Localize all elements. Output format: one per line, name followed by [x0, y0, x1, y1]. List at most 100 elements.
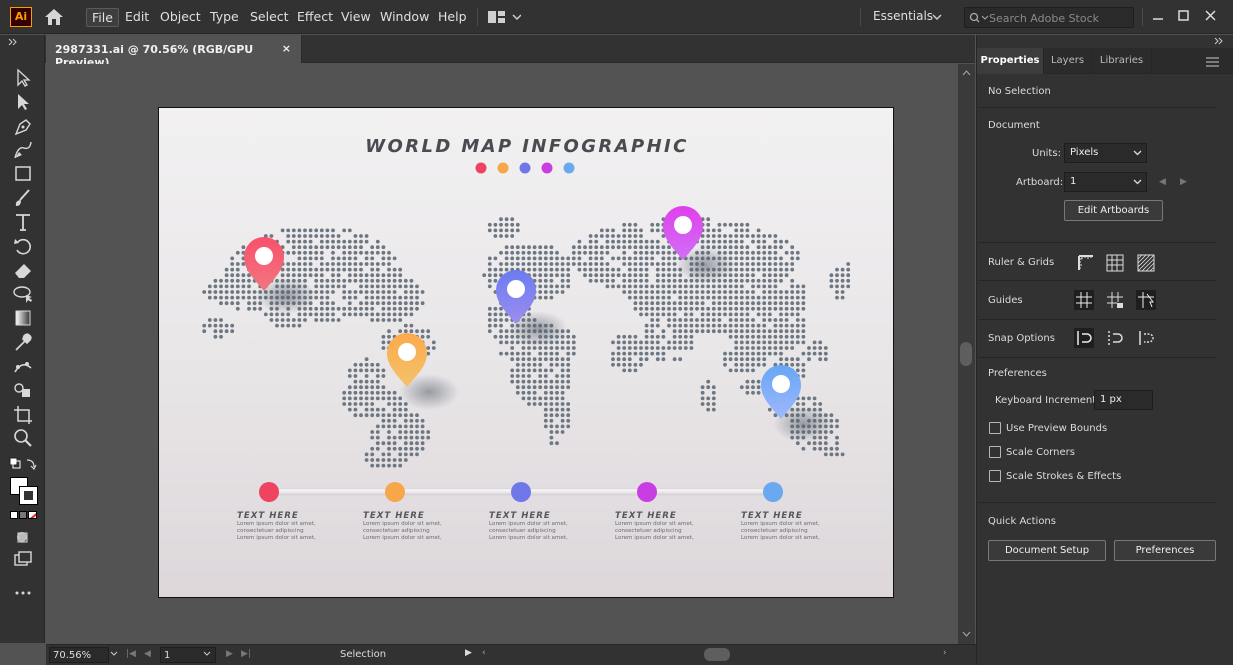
- vertical-scrollbar[interactable]: [958, 64, 975, 644]
- stock-search[interactable]: Search Adobe Stock: [964, 7, 1134, 28]
- menu-type[interactable]: Type: [205, 8, 244, 25]
- rotate-tool-icon[interactable]: [12, 236, 34, 256]
- grid-icon[interactable]: [1105, 253, 1125, 273]
- timeline-dot[interactable]: [511, 482, 531, 502]
- eraser-tool-icon[interactable]: [12, 260, 34, 280]
- menu-window[interactable]: Window: [375, 8, 434, 25]
- previous-artboard-icon[interactable]: ◀: [144, 649, 151, 659]
- transparency-grid-icon[interactable]: [1136, 253, 1156, 273]
- chevron-down-icon[interactable]: [932, 14, 942, 22]
- scroll-down-icon[interactable]: [962, 631, 971, 637]
- map-dot: [487, 278, 492, 283]
- map-dot: [364, 239, 369, 244]
- scale-strokes-checkbox[interactable]: [989, 470, 1001, 482]
- shape-builder-tool-icon[interactable]: [12, 380, 34, 400]
- menu-help[interactable]: Help: [433, 8, 472, 25]
- document-setup-button[interactable]: Document Setup: [988, 540, 1106, 561]
- curvature-tool-icon[interactable]: [12, 140, 34, 160]
- direct-selection-tool-icon[interactable]: [12, 92, 34, 112]
- zoom-dropdown-icon[interactable]: [110, 651, 118, 657]
- edit-toolbar-icon[interactable]: [12, 583, 34, 603]
- map-dot: [823, 446, 828, 451]
- vertical-scroll-thumb[interactable]: [960, 342, 972, 366]
- maximize-icon[interactable]: [1177, 9, 1191, 23]
- map-dot: [734, 334, 739, 339]
- eyedropper-tool-icon[interactable]: [12, 332, 34, 352]
- minimize-icon[interactable]: [1151, 9, 1165, 23]
- panel-menu-icon[interactable]: [1205, 57, 1221, 67]
- last-artboard-icon[interactable]: ▶|: [241, 649, 251, 659]
- collapse-panels-icon[interactable]: [1214, 37, 1228, 45]
- gradient-tool-icon[interactable]: [12, 308, 34, 328]
- first-artboard-icon[interactable]: |◀: [126, 649, 136, 659]
- drawing-modes-icon[interactable]: [12, 527, 34, 547]
- snap-to-point-icon[interactable]: [1074, 328, 1094, 348]
- map-dot: [370, 385, 375, 390]
- arrange-documents-icon[interactable]: [487, 10, 521, 24]
- rectangle-tool-icon[interactable]: [12, 164, 34, 184]
- color-mode-buttons[interactable]: [10, 511, 38, 520]
- map-dot: [644, 340, 649, 345]
- pen-tool-icon[interactable]: [12, 116, 34, 136]
- map-dot: [415, 418, 419, 423]
- timeline-dot[interactable]: [763, 482, 783, 502]
- artboard-select[interactable]: 1: [1064, 172, 1147, 192]
- horizontal-scroll-thumb[interactable]: [704, 648, 730, 661]
- menu-select[interactable]: Select: [245, 8, 294, 25]
- tab-properties[interactable]: Properties: [977, 48, 1044, 74]
- tab-libraries[interactable]: Libraries: [1092, 48, 1152, 74]
- ruler-icon[interactable]: [1076, 253, 1096, 273]
- scroll-up-icon[interactable]: [962, 70, 971, 76]
- zoom-tool-icon[interactable]: [12, 428, 34, 448]
- map-dot: [644, 329, 649, 334]
- workspace-switcher[interactable]: Essentials: [868, 8, 938, 24]
- map-dot: [415, 452, 419, 457]
- home-icon[interactable]: [43, 7, 65, 27]
- menu-effect[interactable]: Effect: [292, 8, 338, 25]
- tab-layers[interactable]: Layers: [1044, 48, 1092, 74]
- scale-corners-checkbox[interactable]: [989, 446, 1001, 458]
- keyboard-increment-input[interactable]: 1 px: [1094, 390, 1153, 410]
- menu-view[interactable]: View: [336, 8, 376, 25]
- timeline-dot[interactable]: [385, 482, 405, 502]
- preferences-button[interactable]: Preferences: [1114, 540, 1216, 561]
- collapse-panel-icon[interactable]: [8, 38, 22, 46]
- scroll-left-icon[interactable]: ‹: [482, 648, 486, 658]
- map-dot: [700, 323, 705, 328]
- map-dot: [286, 228, 291, 233]
- artboard[interactable]: WORLD MAP INFOGRAPHIC TEXT HERE Lorem ips…: [158, 107, 894, 598]
- edit-artboards-button[interactable]: Edit Artboards: [1064, 200, 1163, 221]
- smart-guides-icon[interactable]: [1136, 290, 1156, 310]
- menu-edit[interactable]: Edit: [120, 8, 154, 25]
- artboard-dropdown-icon[interactable]: [203, 651, 211, 657]
- units-select[interactable]: Pixels: [1064, 143, 1147, 163]
- lasso-tool-icon[interactable]: [12, 284, 34, 304]
- zoom-field[interactable]: 70.56%: [49, 647, 109, 663]
- map-dot: [403, 323, 408, 328]
- scroll-right-icon[interactable]: ›: [943, 648, 947, 658]
- swap-fill-stroke-icon[interactable]: [9, 457, 37, 471]
- document-tab[interactable]: 2987331.ai @ 70.56% (RGB/GPU Preview) ×: [46, 35, 302, 69]
- close-window-icon[interactable]: [1204, 9, 1218, 23]
- timeline-dot[interactable]: [637, 482, 657, 502]
- snap-to-glyph-icon[interactable]: [1136, 328, 1156, 348]
- next-artboard-icon[interactable]: ▶: [226, 649, 233, 659]
- show-guides-icon[interactable]: [1074, 290, 1094, 310]
- previous-artboard-icon[interactable]: ◀: [1159, 177, 1166, 187]
- screen-mode-icon[interactable]: [12, 549, 34, 569]
- next-artboard-icon[interactable]: ▶: [1180, 177, 1187, 187]
- menu-file[interactable]: File: [86, 8, 119, 27]
- lock-guides-icon[interactable]: [1105, 290, 1125, 310]
- type-tool-icon[interactable]: [12, 212, 34, 232]
- snap-to-pixel-icon[interactable]: [1105, 328, 1125, 348]
- use-preview-bounds-checkbox[interactable]: [989, 422, 1001, 434]
- puppet-warp-tool-icon[interactable]: [12, 356, 34, 376]
- selection-tool-icon[interactable]: [12, 68, 34, 88]
- stroke-color-swatch[interactable]: [19, 486, 38, 505]
- artboard-tool-icon[interactable]: [12, 404, 34, 424]
- close-tab-icon[interactable]: ×: [282, 42, 291, 55]
- timeline-dot[interactable]: [259, 482, 279, 502]
- menu-object[interactable]: Object: [155, 8, 206, 25]
- paintbrush-tool-icon[interactable]: [12, 188, 34, 208]
- status-menu-icon[interactable]: ▶: [465, 648, 472, 658]
